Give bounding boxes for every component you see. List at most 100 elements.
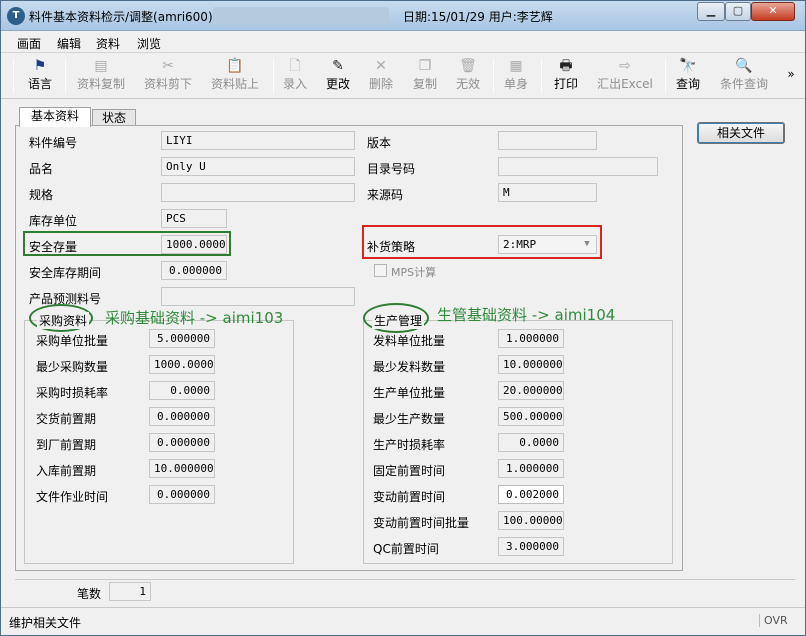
- toolbar-label: 条件查询: [719, 77, 768, 91]
- toolbar-label: 查询: [675, 77, 700, 91]
- menu-data[interactable]: 资料: [96, 35, 120, 52]
- paste-icon: 📋: [226, 58, 244, 74]
- safety-period-label: 安全库存期间: [29, 266, 102, 280]
- toolbar-conditional-query-button[interactable]: 🔍 条件查询: [716, 57, 772, 97]
- production-row-value[interactable]: 0.002000: [498, 485, 564, 504]
- app-logo-icon: T: [7, 7, 25, 25]
- toolbar-export-excel-button[interactable]: ⇨ 汇出Excel: [594, 57, 656, 97]
- toolbar-paste-data-button[interactable]: 📋 资料贴上: [207, 57, 263, 97]
- stock-unit-field[interactable]: PCS: [161, 209, 227, 228]
- production-row-label: 生产单位批量: [373, 386, 446, 400]
- toolbar-overflow-button[interactable]: »: [785, 67, 797, 107]
- chevron-down-icon[interactable]: ▼: [580, 237, 594, 252]
- purchase-row-value[interactable]: 0.000000: [149, 433, 215, 452]
- copy-data-icon: ▤: [94, 58, 108, 74]
- catalog-no-label: 目录号码: [367, 162, 416, 176]
- forecast-no-field[interactable]: [161, 287, 355, 306]
- minimize-icon[interactable]: ▁: [697, 2, 725, 21]
- toolbar-copy-data-button[interactable]: ▤ 资料复制: [73, 57, 129, 97]
- purchase-row-label: 到厂前置期: [36, 438, 97, 452]
- toolbar-label: 汇出Excel: [597, 77, 653, 91]
- production-row-value[interactable]: 1.000000: [498, 459, 564, 478]
- purchase-row-value[interactable]: 0.000000: [149, 407, 215, 426]
- production-row-value[interactable]: 100.000000: [498, 511, 564, 530]
- status-mode: OVR: [759, 614, 788, 627]
- safety-stock-field[interactable]: 1000.00000: [161, 235, 227, 254]
- maximize-icon[interactable]: ▢: [725, 2, 751, 21]
- catalog-no-field[interactable]: [498, 157, 658, 176]
- purchase-row-label: 文件作业时间: [36, 490, 109, 504]
- production-row-value[interactable]: 3.000000: [498, 537, 564, 556]
- purchase-row-value[interactable]: 5.000000: [149, 329, 215, 348]
- related-files-button[interactable]: 相关文件: [697, 122, 785, 144]
- window-title: 料件基本资料检示/调整(amri600): [29, 10, 213, 24]
- menu-edit[interactable]: 编辑: [57, 35, 81, 52]
- production-row-label: 固定前置时间: [373, 464, 446, 478]
- toolbar: ⚑ 语言 ▤ 资料复制 ✂ 资料剪下 📋 资料贴上 🗋 录入 ✎ 更改 ✕ 删除 ❐ 复制 🗑 无…: [1, 53, 805, 99]
- stock-unit-label: 库存单位: [29, 214, 78, 228]
- production-row-label: 最少发料数量: [373, 360, 446, 374]
- toolbar-label: 更改: [325, 77, 350, 91]
- name-field[interactable]: Only U: [161, 157, 355, 176]
- toolbar-label: 打印: [553, 77, 578, 91]
- toolbar-cut-data-button[interactable]: ✂ 资料剪下: [140, 57, 196, 97]
- version-label: 版本: [367, 136, 392, 150]
- purchase-row-value[interactable]: 0.0000: [149, 381, 215, 400]
- toolbar-label: 复制: [412, 77, 437, 91]
- record-count-field: 1: [109, 582, 151, 601]
- production-row-value[interactable]: 0.0000: [498, 433, 564, 452]
- toolbar-label: 删除: [368, 77, 393, 91]
- binoculars-icon: 🔭: [679, 58, 697, 74]
- menu-screen[interactable]: 画面: [17, 35, 41, 52]
- divider: [15, 579, 795, 580]
- safety-stock-label: 安全存量: [29, 240, 78, 254]
- record-count-label: 笔数: [77, 587, 102, 601]
- toolbar-duplicate-button[interactable]: ❐ 复制: [411, 57, 439, 97]
- toolbar-new-button[interactable]: 🗋 录入: [281, 57, 309, 97]
- close-icon[interactable]: ✕: [751, 2, 795, 21]
- spec-label: 规格: [29, 188, 54, 202]
- version-field[interactable]: [498, 131, 597, 150]
- toolbar-label: 录入: [282, 77, 307, 91]
- tab-basic-data[interactable]: 基本资料: [19, 107, 91, 127]
- toolbar-label: 资料剪下: [143, 77, 192, 91]
- production-group-title: 生产管理: [372, 312, 425, 329]
- purchase-row-label: 最少采购数量: [36, 360, 109, 374]
- purchase-row-value[interactable]: 1000.0000: [149, 355, 215, 374]
- replenish-strategy-select[interactable]: 2:MRP ▼: [498, 235, 597, 254]
- toolbar-invalid-button[interactable]: 🗑 无效: [454, 57, 482, 97]
- name-label: 品名: [29, 162, 54, 176]
- production-row-value[interactable]: 10.000000: [498, 355, 564, 374]
- status-bar: 维护相关文件 OVR: [1, 607, 805, 635]
- item-no-field[interactable]: LIYI: [161, 131, 355, 150]
- toolbar-language-button[interactable]: ⚑ 语言: [23, 57, 57, 97]
- spec-field[interactable]: [161, 183, 355, 202]
- purchase-row-label: 入库前置期: [36, 464, 97, 478]
- toolbar-modify-button[interactable]: ✎ 更改: [324, 57, 352, 97]
- status-text: 维护相关文件: [9, 616, 82, 630]
- toolbar-label: 语言: [27, 77, 52, 91]
- menu-browse[interactable]: 浏览: [137, 35, 161, 52]
- production-row-label: 最少生产数量: [373, 412, 446, 426]
- purchase-row-value[interactable]: 10.000000: [149, 459, 215, 478]
- export-excel-icon: ⇨: [619, 58, 631, 74]
- production-row-value[interactable]: 1.000000: [498, 329, 564, 348]
- production-row-value[interactable]: 500.000000: [498, 407, 564, 426]
- toolbar-detail-button[interactable]: ▦ 单身: [502, 57, 530, 97]
- source-code-field[interactable]: M: [498, 183, 597, 202]
- new-document-icon: 🗋: [289, 58, 301, 74]
- safety-period-field[interactable]: 0.000000: [161, 261, 227, 280]
- toolbar-label: 资料复制: [76, 77, 125, 91]
- delete-x-icon: ✕: [375, 58, 387, 74]
- production-row-value[interactable]: 20.000000: [498, 381, 564, 400]
- flag-icon: ⚑: [33, 58, 47, 74]
- purchase-row-value[interactable]: 0.000000: [149, 485, 215, 504]
- production-row-label: 生产时损耗率: [373, 438, 446, 452]
- blurred-region: [213, 7, 389, 25]
- purchase-annotation: 采购基础资料 -> aimi103: [105, 309, 284, 327]
- toolbar-query-button[interactable]: 🔭 查询: [673, 57, 703, 97]
- printer-icon: 🖶: [559, 58, 573, 74]
- mps-calc-checkbox[interactable]: [374, 264, 387, 277]
- toolbar-delete-button[interactable]: ✕ 删除: [367, 57, 395, 97]
- toolbar-print-button[interactable]: 🖶 打印: [551, 57, 581, 97]
